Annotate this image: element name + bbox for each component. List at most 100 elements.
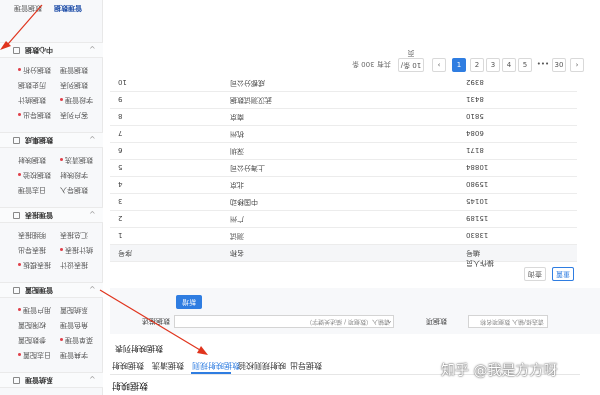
filter-input-a[interactable]: 请选择/输入 数据项名称 [468, 315, 548, 328]
sidebar-item[interactable]: 客户列表 [60, 109, 88, 121]
page-size-select[interactable]: 10 条/页 [398, 49, 424, 72]
tab-item[interactable]: 数据清洗 [152, 360, 184, 371]
sidebar-item[interactable]: 菜单管理 [60, 334, 93, 346]
sidebar-group-header[interactable]: 中心数据 ^ [0, 42, 103, 58]
table-cell: 广州 [230, 215, 244, 223]
sidebar-item[interactable]: 统计报表 [60, 244, 93, 256]
page-button[interactable]: 5 [518, 58, 532, 72]
sidebar-item[interactable]: 数据映射 [18, 154, 46, 166]
table-row[interactable]: 2 广州 15189 [110, 211, 577, 228]
notification-dot [18, 68, 21, 72]
sidebar-item[interactable]: 日志管理 [18, 184, 46, 196]
sidebar-top-item[interactable]: 数据管理 [14, 2, 42, 14]
sidebar-item[interactable]: 数据管理 [60, 64, 88, 76]
sidebar-item[interactable]: 报表导出 [18, 244, 46, 256]
table-row[interactable]: 4 北京 15980 [110, 177, 577, 194]
chevron-up-icon[interactable]: ^ [89, 375, 96, 384]
chevron-up-icon[interactable]: ^ [89, 135, 96, 144]
sidebar-item[interactable]: 角色管理 [60, 319, 88, 331]
sidebar-group-header[interactable]: 管理配置 ^ [0, 282, 103, 298]
table-row[interactable]: 8 南京 5810 [110, 109, 577, 126]
table-cell: 北京 [230, 181, 244, 189]
sidebar-group-title: 数据集成 [25, 136, 53, 144]
table-row[interactable]: 7 杭州 6084 [110, 126, 577, 143]
sidebar-item[interactable]: 报表设计 [60, 259, 88, 271]
notification-dot [18, 113, 21, 117]
sidebar-item[interactable]: 明细报表 [18, 229, 46, 241]
sidebar-item[interactable]: 汇总报表 [60, 229, 88, 241]
sidebar-item[interactable]: 日志配置 [18, 349, 51, 361]
next-page-button[interactable]: › [570, 58, 584, 72]
table-row[interactable]: 9 武汉测试数据 8431 [110, 92, 577, 109]
sidebar-group-header[interactable]: 系统管理 ^ [0, 372, 103, 388]
sidebar-group-title: 系统管理 [25, 376, 53, 384]
filter-dropdown-caret[interactable]: ⌄ [386, 316, 393, 325]
sidebar-item[interactable]: 字典管理 [60, 349, 88, 361]
table-cell: 成都分公司 [230, 79, 265, 87]
prev-page-button[interactable]: ‹ [432, 58, 446, 72]
sidebar-item[interactable]: 数据导入 [60, 184, 88, 196]
sidebar-item[interactable]: 系统配置 [60, 304, 88, 316]
table-cell: 杭州 [230, 130, 244, 138]
table-cell: 中国移动 [230, 198, 258, 206]
page-button[interactable]: 30 [552, 58, 566, 72]
sidebar: 管理数据 数据管理 中心数据 ^ 数据管理 数据分析 数据列表 历史数据 字段管理 数据统计 客户列… [0, 0, 103, 395]
sidebar-group-title: 管理配置 [25, 286, 53, 294]
table-cell: 武汉测试数据 [230, 96, 272, 104]
table-cell: 上海分公司 [230, 164, 265, 172]
table-cell: 9 [118, 95, 123, 103]
notification-dot [60, 98, 63, 102]
table-cell: 测试 [230, 232, 244, 240]
tab-item[interactable]: 数据映射规则 [192, 360, 240, 371]
sidebar-item[interactable]: 数据分析 [18, 64, 51, 76]
tab-item[interactable]: 数据映射 [112, 360, 144, 371]
table-cell: 10 [118, 78, 127, 86]
table-row[interactable]: 10 成都分公司 8392 [110, 75, 577, 92]
sidebar-item[interactable]: 数据校验 [18, 169, 51, 181]
sidebar-group-title: 中心数据 [25, 46, 53, 54]
sidebar-item[interactable]: 数据列表 [60, 79, 88, 91]
table-header-row: 序号 名称 编号 [110, 245, 577, 262]
sidebar-item[interactable]: 字段映射 [60, 169, 88, 181]
chevron-up-icon[interactable]: ^ [89, 285, 96, 294]
chevron-up-icon[interactable]: ^ [89, 210, 96, 219]
sidebar-group-title: 管理报表 [25, 211, 53, 219]
sidebar-item[interactable]: 参数配置 [18, 334, 46, 346]
sidebar-item[interactable]: 用户管理 [18, 304, 51, 316]
chevron-up-icon[interactable]: ^ [89, 45, 96, 54]
table-cell: 15189 [466, 214, 489, 222]
group-icon [13, 47, 20, 54]
sidebar-top-item[interactable]: 管理数据 [54, 2, 82, 14]
table-cell: 2 [118, 214, 123, 222]
table-row[interactable]: 1 测试 13830 [110, 228, 577, 245]
sidebar-item[interactable]: 字段管理 [60, 94, 93, 106]
page-button[interactable]: 1 [452, 58, 466, 72]
sidebar-item[interactable]: 历史数据 [18, 79, 46, 91]
sidebar-item[interactable]: 报表模板 [18, 259, 51, 271]
table-cell: 8392 [466, 78, 484, 86]
sidebar-item[interactable]: 数据统计 [18, 94, 46, 106]
sidebar-item[interactable]: 数据导出 [18, 109, 51, 121]
filter-input-b[interactable]: 请输入（数据项 / 描述关键字） [174, 315, 394, 328]
page-button[interactable]: ••• [536, 58, 550, 72]
sidebar-item[interactable]: 权限配置 [18, 319, 46, 331]
page-button[interactable]: 3 [486, 58, 500, 72]
table-row[interactable]: 3 中国移动 10145 [110, 194, 577, 211]
table-cell: 6 [118, 146, 123, 154]
sidebar-item[interactable]: 数据清洗 [60, 154, 93, 166]
tab-item[interactable]: 数据导出 [290, 360, 322, 371]
sidebar-group-header[interactable]: 管理报表 ^ [0, 207, 103, 223]
sidebar-group-header[interactable]: 数据集成 ^ [0, 132, 103, 148]
add-button[interactable]: 新增 [176, 295, 202, 309]
table-cell: 3 [118, 197, 123, 205]
reset-button[interactable]: 重置 [552, 267, 574, 281]
table-cell: 4 [118, 180, 123, 188]
table-header-cell: 序号 [118, 249, 132, 257]
table-cell: 10884 [466, 163, 489, 171]
table-row[interactable]: 6 深圳 8171 [110, 143, 577, 160]
table-row[interactable]: 5 上海分公司 10884 [110, 160, 577, 177]
page-button[interactable]: 2 [470, 58, 484, 72]
tab-item[interactable]: 映射规则校验 [238, 360, 286, 371]
query-button[interactable]: 查询 [524, 267, 546, 281]
page-button[interactable]: 4 [502, 58, 516, 72]
